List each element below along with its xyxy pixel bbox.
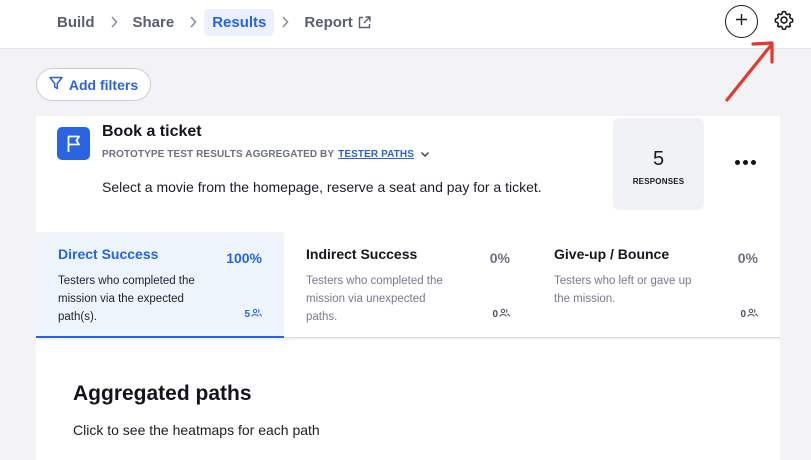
tab-share[interactable]: Share	[125, 9, 183, 36]
tab-build-label: Build	[57, 13, 95, 31]
tab-report[interactable]: Report	[296, 9, 379, 36]
users-icon	[499, 308, 510, 320]
more-options-button[interactable]	[730, 152, 760, 172]
aggregation-mode-link[interactable]: TESTER PATHS	[338, 149, 414, 160]
add-filters-button[interactable]: Add filters	[36, 68, 151, 101]
tab-share-label: Share	[132, 13, 175, 31]
users-icon	[251, 308, 262, 320]
settings-button[interactable]	[771, 9, 797, 35]
responses-counter: 5 RESPONSES	[613, 118, 704, 210]
stat-indirect-success[interactable]: Indirect Success 0% Testers who complete…	[284, 232, 532, 338]
top-navigation-bar: Build Share Results Report	[0, 0, 811, 49]
test-description: Select a movie from the homepage, reserv…	[102, 179, 542, 195]
stat-title: Indirect Success	[306, 246, 418, 262]
responses-label: RESPONSES	[632, 177, 685, 186]
tab-build[interactable]: Build	[49, 9, 103, 36]
tab-report-label: Report	[304, 13, 353, 31]
section-title: Aggregated paths	[73, 382, 252, 405]
stat-percent: 0%	[737, 250, 758, 266]
breadcrumb: Build Share Results Report	[49, 8, 380, 36]
add-button[interactable]	[725, 5, 758, 38]
stat-description: Testers who left or gave up the mission.	[554, 275, 692, 305]
section-subtitle: Click to see the heatmaps for each path	[73, 422, 320, 438]
gear-icon	[773, 9, 795, 36]
stat-description: Testers who completed the mission via un…	[306, 275, 443, 323]
success-stats: Direct Success 100% Testers who complete…	[36, 232, 780, 338]
responses-count: 5	[652, 148, 665, 170]
chevron-right-icon	[281, 16, 289, 28]
stat-title: Give-up / Bounce	[554, 246, 670, 262]
external-link-icon	[357, 15, 372, 30]
stat-description: Testers who completed the mission via th…	[58, 275, 195, 323]
stat-direct-success[interactable]: Direct Success 100% Testers who complete…	[36, 232, 284, 338]
users-icon	[747, 308, 758, 320]
add-filters-label: Add filters	[68, 76, 139, 93]
chevron-right-icon	[189, 16, 197, 28]
tab-results[interactable]: Results	[204, 8, 275, 36]
test-subtitle: PROTOTYPE TEST RESULTS AGGREGATED BY TES…	[102, 149, 430, 160]
stat-percent: 0%	[489, 250, 510, 266]
test-title: Book a ticket	[102, 123, 202, 140]
stat-count-value: 0	[740, 308, 746, 320]
more-dot-icon	[734, 159, 740, 165]
filter-icon	[49, 76, 63, 93]
subtitle-prefix: PROTOTYPE TEST RESULTS AGGREGATED BY	[102, 149, 335, 160]
test-results-card: Book a ticket PROTOTYPE TEST RESULTS AGG…	[36, 116, 780, 338]
tab-results-label: Results	[212, 13, 267, 31]
stat-give-up-bounce[interactable]: Give-up / Bounce 0% Testers who left or …	[532, 232, 780, 338]
stat-count-value: 0	[492, 308, 498, 320]
aggregated-paths-section: Aggregated paths Click to see the heatma…	[36, 340, 780, 460]
chevron-right-icon	[110, 16, 118, 28]
stat-count: 5	[244, 308, 262, 320]
chevron-down-icon[interactable]	[420, 151, 430, 158]
plus-icon	[735, 13, 748, 31]
stat-title: Direct Success	[58, 246, 159, 262]
stat-percent: 100%	[226, 250, 262, 266]
more-dot-icon	[742, 159, 748, 165]
stat-count-value: 5	[244, 308, 250, 320]
flag-icon	[57, 127, 90, 160]
stat-count: 0	[740, 308, 758, 320]
more-dot-icon	[750, 159, 756, 165]
stat-count: 0	[492, 308, 510, 320]
